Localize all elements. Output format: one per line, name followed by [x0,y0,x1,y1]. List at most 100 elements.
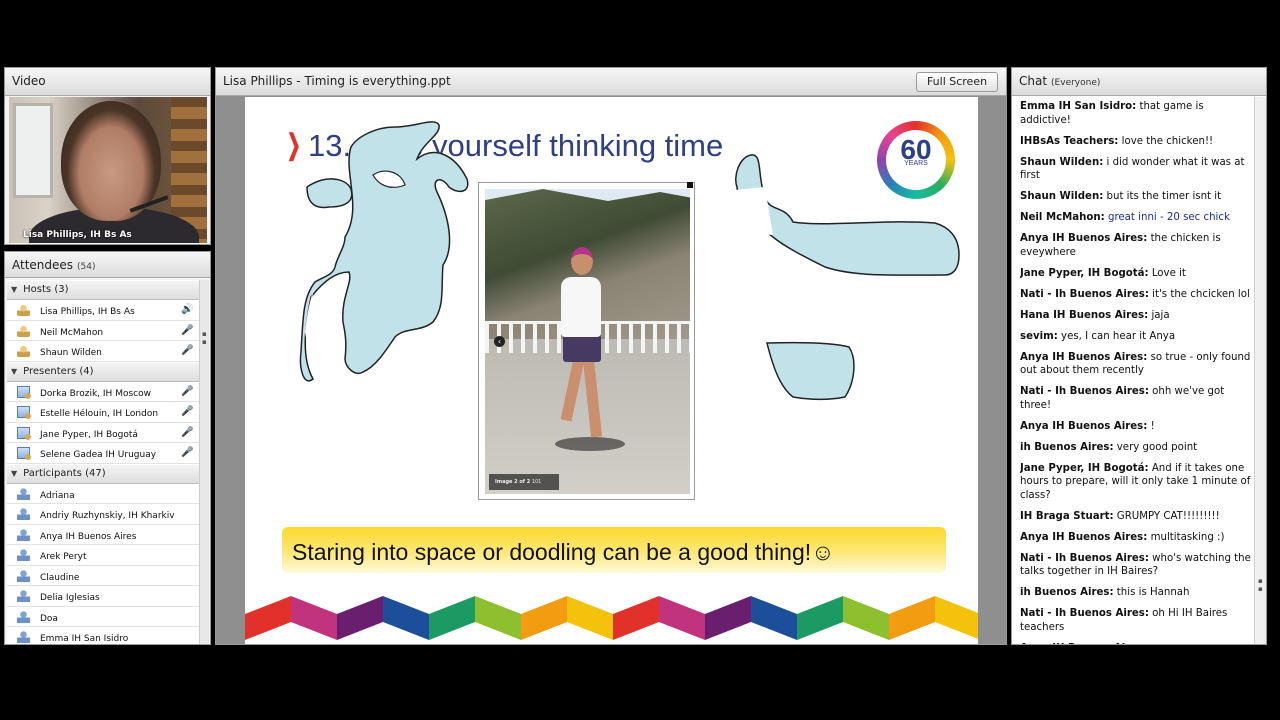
chat-message: Anya IH Buenos Aires: run an ultramarath… [1020,642,1254,644]
chat-message: Hana IH Buenos Aires: jaja [1020,309,1254,323]
chat-scrollbar[interactable]: ▪ ▪ [1254,97,1266,644]
attendee-row[interactable]: Delia Iglesias [7,586,200,607]
attendee-row[interactable]: Jane Pyper, IH Bogotá 🎤 [7,423,200,443]
attendee-row[interactable]: Dorka Brozik, IH Moscow 🎤 [7,382,200,402]
chat-sender: IH Braga Stuart: [1020,510,1114,522]
collapse-triangle-icon[interactable]: ▼ [11,285,17,294]
attendee-name: Arek Peryt [40,552,87,562]
group-participants-label: Participants (47) [23,467,106,479]
chat-message: Nati - Ih Buenos Aires: ohh we've got th… [1020,385,1254,412]
chat-message: Nati - Ih Buenos Aires: it's the chcicke… [1020,288,1254,302]
presenter-role-icon [17,447,31,460]
attendee-name: Delia Iglesias [40,593,100,603]
participant-role-icon [17,508,30,520]
chevron-band [245,596,978,640]
attendee-row[interactable]: Doa [7,607,200,627]
attendee-scrollbar[interactable]: ▪ ▪ [199,280,209,644]
share-pod-title: Lisa Phillips - Timing is everything.ppt [216,68,1006,96]
attendee-name: Jane Pyper, IH Bogotá [40,429,138,440]
chat-text: jaja [1151,309,1170,321]
attendee-row[interactable]: Adriana [7,484,200,504]
attendee-row[interactable]: Arek Peryt [7,545,200,566]
photo-caption-extra: 101 [531,479,542,485]
video-pod-title: Video [5,68,210,96]
attendee-row[interactable]: Neil McMahon 🎤 [7,321,200,341]
group-presenters-label: Presenters (4) [23,365,94,377]
group-participants[interactable]: ▼ Participants (47) [7,463,200,484]
attendee-name: Claudine [40,572,80,583]
collapse-triangle-icon[interactable]: ▼ [11,469,17,478]
group-hosts[interactable]: ▼ Hosts (3) [7,280,200,300]
attendee-list: ▼ Hosts (3) Lisa Phillips, IH Bs As 🔊 Neil … [7,280,200,644]
attendees-pod-title: Attendees (54) [5,252,210,278]
chat-message: Anya IH Buenos Aires: multitasking :) [1020,531,1254,545]
participant-role-icon [17,590,30,602]
speaker-icon[interactable]: 🔊 [181,303,193,316]
chevron-segment [705,596,751,640]
mic-off-icon[interactable]: 🎤 [181,385,193,398]
video-pod: Video Lisa Phillips, IH Bs As [4,67,211,245]
participant-role-icon [17,569,30,582]
chat-text: Love it [1151,267,1186,279]
host-role-icon [17,304,30,316]
chat-message: Shaun Wilden: i did wonder what it was a… [1020,156,1254,183]
chat-message: Anya IH Buenos Aires: the chicken is eve… [1020,232,1254,259]
chat-message: Nati - Ih Buenos Aires: who's watching t… [1020,552,1254,579]
chat-title: Chat [1019,74,1048,88]
doodle-shape-left [299,121,469,382]
chevron-segment [291,596,337,640]
attendee-row[interactable]: Andriy Ruzhynskiy, IH Kharkiv [7,504,200,525]
chevron-segment [659,596,705,640]
attendee-name: Andriy Ruzhynskiy, IH Kharkiv [40,511,175,521]
participant-role-icon [17,487,30,500]
chat-text: ! [1150,420,1155,432]
chevron-segment [935,596,978,639]
chat-sender: Nati - Ih Buenos Aires: [1020,288,1149,300]
host-role-icon [17,324,30,337]
chat-sender: Shaun Wilden: [1020,191,1104,203]
chat-text: multitasking :) [1150,531,1225,543]
chat-text: very good point [1116,441,1198,453]
attendee-name: Neil McMahon [40,327,104,338]
chat-sender: Emma IH San Isidro: [1020,101,1137,112]
attendee-name: Estelle Hélouin, IH London [40,409,159,419]
participant-role-icon [17,631,30,643]
photo-caption-count: Image 2 of 2 [495,479,531,485]
attendee-name: Emma IH San Isidro [40,634,129,644]
presentation-slide: ❯ 13. Give yourself thinking time 60 YEA… [245,97,978,644]
chat-message: Anya IH Buenos Aires: ! [1020,420,1254,434]
collapse-triangle-icon[interactable]: ▼ [11,367,17,376]
mic-off-icon[interactable]: 🎤 [181,324,193,337]
mic-off-icon[interactable]: 🎤 [181,426,193,439]
chat-sender: sevim: [1020,330,1058,342]
presenter-role-icon [17,385,31,399]
mic-off-icon[interactable]: 🎤 [181,446,193,459]
chat-sender: ih Buenos Aires: [1020,587,1114,599]
chat-message: Emma IH San Isidro: that game is addicti… [1020,100,1254,127]
attendee-row[interactable]: Selene Gadea IH Uruguay 🎤 [7,443,200,464]
attendee-row[interactable]: Claudine [7,566,200,586]
attendee-row[interactable]: Anya IH Buenos Aires [7,525,200,545]
full-screen-button[interactable]: Full Screen [916,72,998,92]
mic-off-icon[interactable]: 🎤 [181,344,193,357]
attendee-name: Dorka Brozik, IH Moscow [40,388,151,399]
attendee-name: Shaun Wilden [40,348,102,358]
attendee-row[interactable]: Estelle Hélouin, IH London 🎤 [7,402,200,423]
attendee-row[interactable]: Lisa Phillips, IH Bs As 🔊 [7,300,200,321]
chevron-segment [429,596,475,640]
chat-sender: Shaun Wilden: [1020,156,1104,168]
mic-off-icon[interactable]: 🎤 [181,405,193,418]
chat-message: ih Buenos Aires: this is Hannah [1020,586,1254,600]
chat-scope[interactable]: (Everyone) [1051,78,1100,88]
chevron-segment [383,596,429,640]
runner-photo: ‹ Image 2 of 2 101 [485,189,690,494]
chat-text: but its the timer isnt it [1106,191,1222,203]
chevron-segment [797,596,843,640]
photo-prev-arrow-icon[interactable]: ‹ [494,336,505,347]
chat-text: yes, I can hear it Anya [1061,330,1176,342]
attendee-name: Lisa Phillips, IH Bs As [40,307,135,317]
attendee-row[interactable]: Emma IH San Isidro [7,627,200,644]
group-presenters[interactable]: ▼ Presenters (4) [7,361,200,382]
attendee-row[interactable]: Shaun Wilden 🎤 [7,341,200,362]
chevron-segment [567,596,613,640]
